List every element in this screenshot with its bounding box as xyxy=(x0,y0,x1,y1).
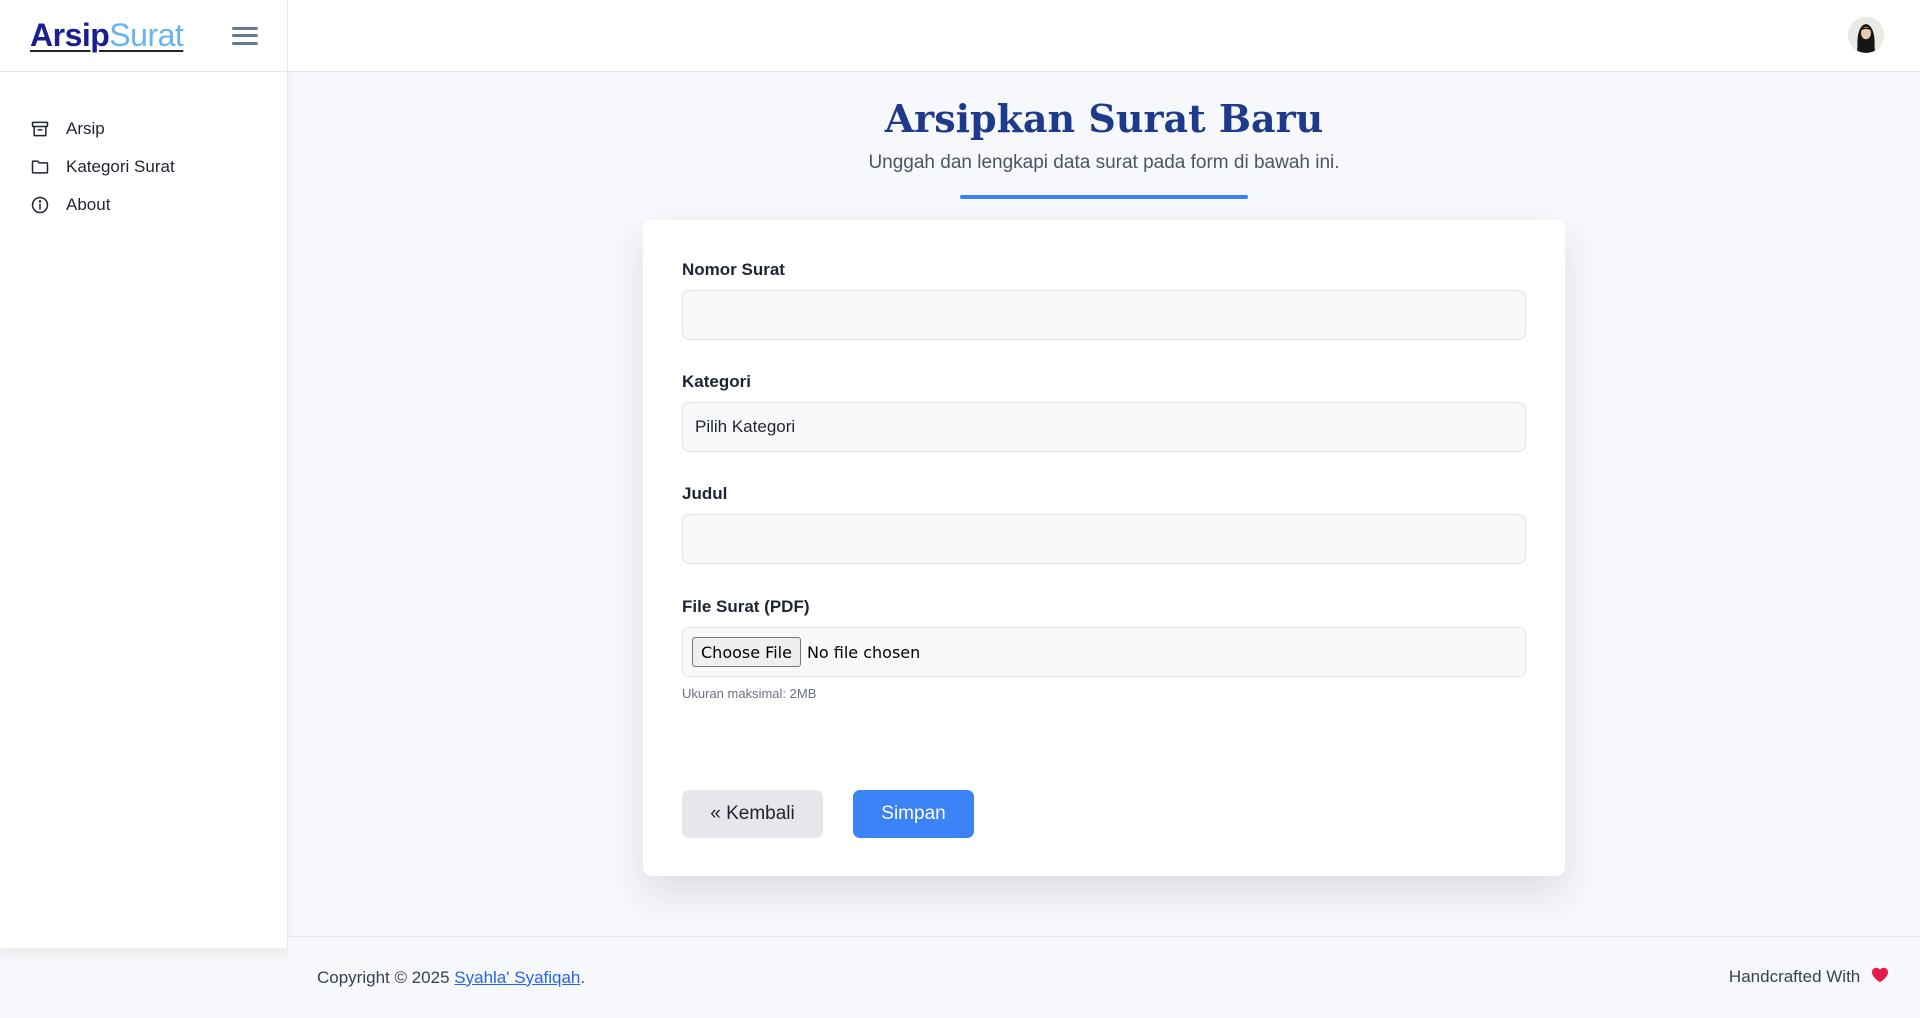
archive-icon xyxy=(29,118,51,140)
app-logo[interactable]: ArsipSurat xyxy=(30,17,184,54)
file-surat-input: Choose File No file chosen xyxy=(682,627,1526,677)
judul-label: Judul xyxy=(682,484,728,503)
handcrafted-label: Handcrafted With xyxy=(1728,966,1861,986)
footer: Copyright © 2025 Syahla' Syafiqah. Handc… xyxy=(288,936,1920,1018)
sidebar-brand: ArsipSurat xyxy=(0,0,287,72)
sidebar-item-kategori[interactable]: Kategori Surat xyxy=(0,148,287,186)
kategori-select[interactable]: Pilih Kategori xyxy=(682,402,1526,452)
sidebar: ArsipSurat Arsip Kategori Surat About xyxy=(0,0,288,948)
sidebar-item-label: About xyxy=(66,195,111,214)
judul-input[interactable] xyxy=(682,514,1526,564)
copyright-suffix: . xyxy=(580,967,586,987)
nomor-surat-input[interactable] xyxy=(682,290,1526,340)
folder-icon xyxy=(29,156,51,178)
archive-form: Nomor Surat Kategori Pilih Kategori Judu… xyxy=(643,220,1565,876)
nomor-surat-label: Nomor Surat xyxy=(682,260,785,279)
avatar[interactable] xyxy=(1848,17,1884,53)
top-header xyxy=(288,0,1920,72)
file-surat-label: File Surat (PDF) xyxy=(682,597,810,616)
sidebar-nav: Arsip Kategori Surat About xyxy=(0,72,287,224)
save-button[interactable]: Simpan xyxy=(853,790,974,838)
file-size-hint: Ukuran maksimal: 2MB xyxy=(682,686,817,701)
copyright-text: Copyright © 2025 Syahla' Syafiqah. xyxy=(317,968,585,988)
title-underline xyxy=(960,195,1248,199)
author-link[interactable]: Syahla' Syafiqah xyxy=(454,968,580,987)
page-subtitle: Unggah dan lengkapi data surat pada form… xyxy=(868,152,1340,173)
page-title: Arsipkan Surat Baru xyxy=(884,96,1324,141)
handcrafted-text: Handcrafted With xyxy=(1729,967,1889,988)
sidebar-item-label: Kategori Surat xyxy=(66,157,175,176)
main-content: Arsipkan Surat Baru Unggah dan lengkapi … xyxy=(288,72,1920,936)
kategori-label: Kategori xyxy=(682,372,751,391)
file-status-text: No file chosen xyxy=(806,642,921,662)
copyright-prefix: Copyright © 2025 xyxy=(317,967,455,987)
kategori-selected-value: Pilih Kategori xyxy=(695,417,796,436)
sidebar-item-arsip[interactable]: Arsip xyxy=(0,110,287,148)
info-icon xyxy=(29,194,51,216)
menu-toggle-icon[interactable] xyxy=(232,25,258,47)
sidebar-item-label: Arsip xyxy=(66,119,105,138)
back-button[interactable]: « Kembali xyxy=(682,790,823,838)
sidebar-item-about[interactable]: About xyxy=(0,186,287,224)
choose-file-button[interactable]: Choose File xyxy=(692,637,801,667)
heart-icon xyxy=(1871,967,1889,988)
